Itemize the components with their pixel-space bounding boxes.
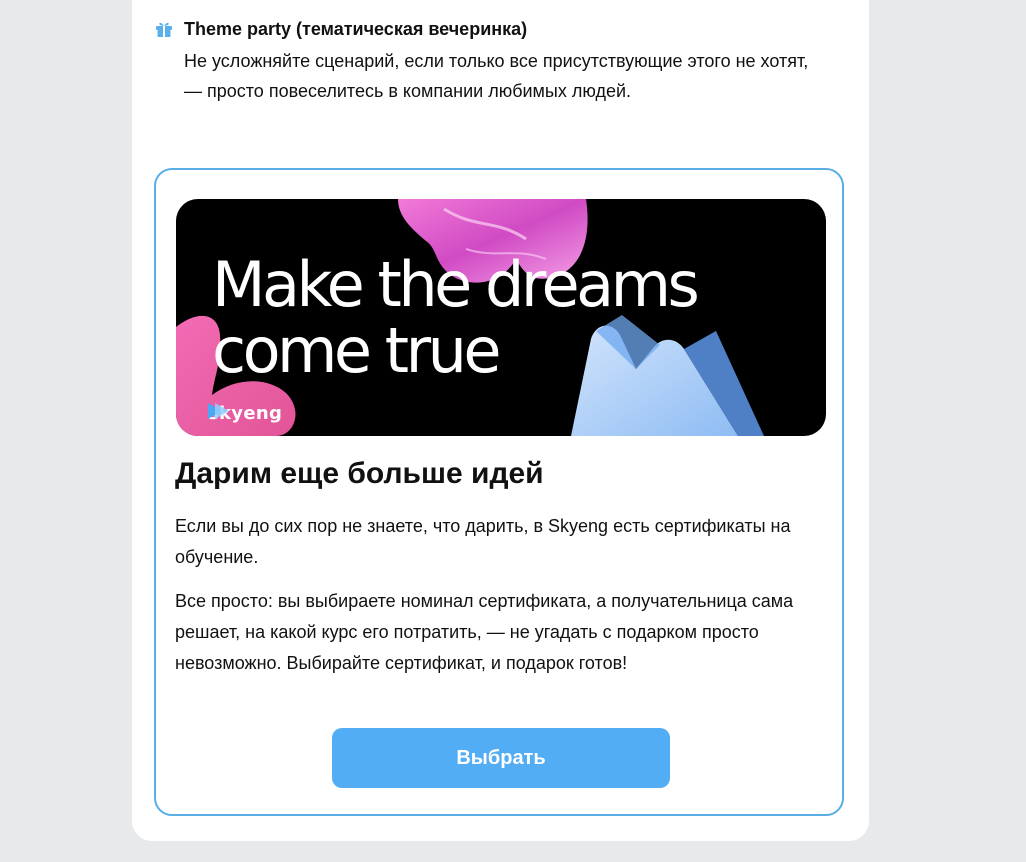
skyeng-logo: skyeng [208, 403, 282, 424]
choose-button[interactable]: Выбрать [332, 728, 670, 788]
promo-paragraph-1: Если вы до сих пор не знаете, что дарить… [175, 516, 791, 567]
promo-banner-image[interactable]: Make the dreams come true skyeng [176, 199, 826, 436]
promo-paragraph-2: Все просто: вы выбираете номинал сертифи… [175, 591, 794, 673]
item-title: Theme party (тематическая вечеринка) [184, 19, 528, 39]
banner-headline-line-2: come true [212, 314, 502, 387]
banner-headline-line-1: Make the dreams [212, 248, 700, 321]
gift-icon [156, 22, 172, 37]
promo-heading: Дарим еще больше идей [175, 457, 544, 490]
item-description: Не усложняйте сценарий, если только все … [184, 51, 809, 101]
play-arrow-icon [208, 403, 229, 419]
